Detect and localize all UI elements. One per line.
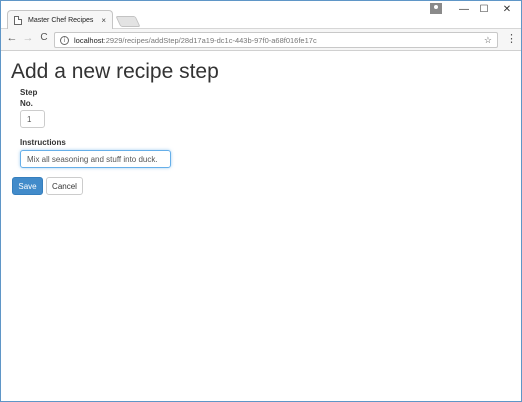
tab-title: Master Chef Recipes [28, 17, 94, 24]
step-label-line2: No. [20, 99, 33, 108]
minimize-icon[interactable]: — [456, 4, 472, 15]
step-label-line1: Step [20, 88, 38, 97]
cancel-button[interactable]: Cancel [46, 177, 83, 195]
instructions-value: Mix all seasoning and stuff into duck. [27, 154, 158, 164]
page-title: Add a new recipe step [11, 60, 219, 83]
page-icon [14, 16, 22, 25]
browser-window: Master Chef Recipes × — ☐ ✕ ← → C i loca… [0, 0, 522, 402]
maximize-icon[interactable]: ☐ [476, 4, 492, 15]
save-button[interactable]: Save [12, 177, 43, 195]
back-icon[interactable]: ← [5, 32, 19, 44]
forward-icon[interactable]: → [21, 32, 35, 44]
star-icon[interactable]: ☆ [484, 35, 492, 46]
tab-close-icon[interactable]: × [101, 16, 106, 25]
profile-icon[interactable] [430, 3, 442, 14]
menu-icon[interactable]: ⋮ [506, 32, 517, 45]
url-path: :2929/recipes/addStep/28d17a19-dc1c-443b… [103, 35, 317, 45]
close-icon[interactable]: ✕ [499, 4, 515, 15]
browser-tab[interactable]: Master Chef Recipes × [7, 10, 113, 30]
page-content: Add a new recipe step Step No. 1 Instruc… [1, 52, 521, 401]
new-tab-button[interactable] [115, 16, 141, 27]
info-icon[interactable]: i [60, 35, 69, 45]
instructions-input[interactable]: Mix all seasoning and stuff into duck. [20, 150, 171, 168]
browser-toolbar: ← → C i localhost :2929/recipes/addStep/… [1, 29, 521, 51]
instructions-label: Instructions [20, 138, 66, 147]
reload-icon[interactable]: C [37, 32, 51, 43]
url-host: localhost [74, 35, 104, 45]
address-bar[interactable]: i localhost :2929/recipes/addStep/28d17a… [54, 32, 498, 48]
step-number-value: 1 [27, 114, 32, 124]
title-bar: Master Chef Recipes × — ☐ ✕ [1, 1, 521, 30]
step-number-input[interactable]: 1 [20, 110, 45, 128]
step-label: Step No. [20, 87, 37, 109]
